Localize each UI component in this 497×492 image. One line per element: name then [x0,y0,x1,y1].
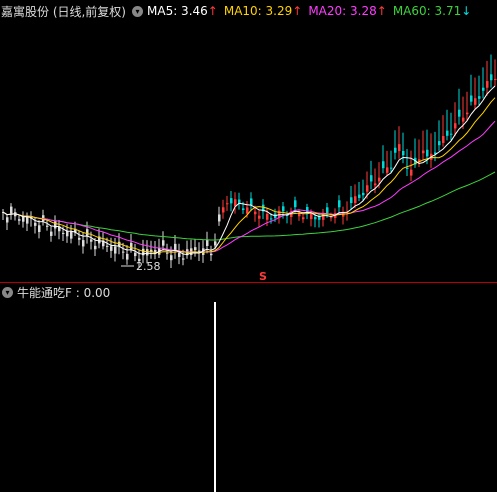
candle-body [26,217,29,224]
candle-body [366,185,369,192]
candle-body [486,81,489,88]
candle-body [470,95,473,102]
candle-body [254,211,257,215]
candle-body [214,241,217,246]
candle-body [350,197,353,204]
candle-body [326,207,329,213]
candle-body [294,200,297,208]
candlestick-chart[interactable]: 2.58 S [0,0,497,492]
candle-body [218,214,221,222]
candle-body [446,130,449,136]
candle-body [426,149,429,157]
candle-body [82,240,85,247]
candle-body [182,258,185,260]
candle-body [374,183,377,186]
candle-body [398,144,401,152]
candle-body [410,169,413,176]
candle-body [166,252,169,254]
candle-body [50,231,53,236]
candle-body [450,133,453,135]
candle-body [54,221,57,229]
candle-body [330,217,333,219]
candle-body [146,249,149,256]
candle-body [114,246,117,254]
candle-body [282,206,285,212]
candle-body [110,246,113,251]
candle-body [46,225,49,227]
candle-body [422,150,425,154]
candle-body [222,207,225,213]
candle-body [354,196,357,204]
candle-body [438,141,441,146]
candle-body [386,167,389,173]
candle-body [338,200,341,208]
ma10-line [2,97,496,254]
candle-body [314,217,317,220]
candle-body [250,198,253,206]
candle-body [70,231,73,239]
candle-body [78,237,81,240]
candle-body [6,217,9,223]
candle-body [226,203,229,205]
indicator-label: 牛能通吃F : 0.00 [17,285,111,300]
candle-body [122,251,125,253]
candle-body [370,175,373,182]
candle-body [66,230,69,237]
candle-body [394,147,397,153]
low-price-label: 2.58 [136,260,161,273]
candle-body [234,199,237,207]
candle-body [362,192,365,196]
indicator-header: ▾ 牛能通吃F : 0.00 [0,283,110,301]
candle-body [134,252,137,257]
candle-body [478,96,481,99]
candle-body [482,87,485,91]
candle-body [474,98,477,105]
candle-body [18,219,21,221]
sell-signal-marker: S [259,270,267,283]
candle-body [258,215,261,219]
candle-body [462,117,465,122]
candle-body [406,167,409,169]
candle-body [10,206,13,214]
candle-body [126,253,129,260]
candle-body [494,78,497,81]
candle-body [230,198,233,204]
candle-body [38,225,41,233]
candle-body [266,213,269,220]
candle-body [62,232,65,234]
candle-body [442,136,445,143]
candle-body [390,167,393,169]
candle-body [86,229,89,236]
candle-body [378,177,381,182]
candle-body [210,253,213,256]
candle-body [454,123,457,129]
candle-body [206,239,209,247]
candle-body [90,239,93,242]
candle-body [402,150,405,156]
candle-body [194,247,197,251]
candle-body [466,112,469,115]
candle-body [242,208,245,210]
candle-body [458,109,461,117]
candle-body [94,245,97,250]
indicator-toggle-icon[interactable]: ▾ [2,286,13,298]
candle-body [246,207,249,214]
candle-body [170,255,173,261]
candle-body [178,252,181,257]
candle-body [130,242,133,250]
candle-body [358,194,361,198]
candle-body [106,245,109,247]
candle-body [490,74,493,81]
candle-body [34,222,37,226]
ma5-line [2,85,496,256]
candle-body [382,161,385,169]
candle-body [270,218,273,220]
candle-body [162,240,165,246]
candle-body [302,217,305,220]
